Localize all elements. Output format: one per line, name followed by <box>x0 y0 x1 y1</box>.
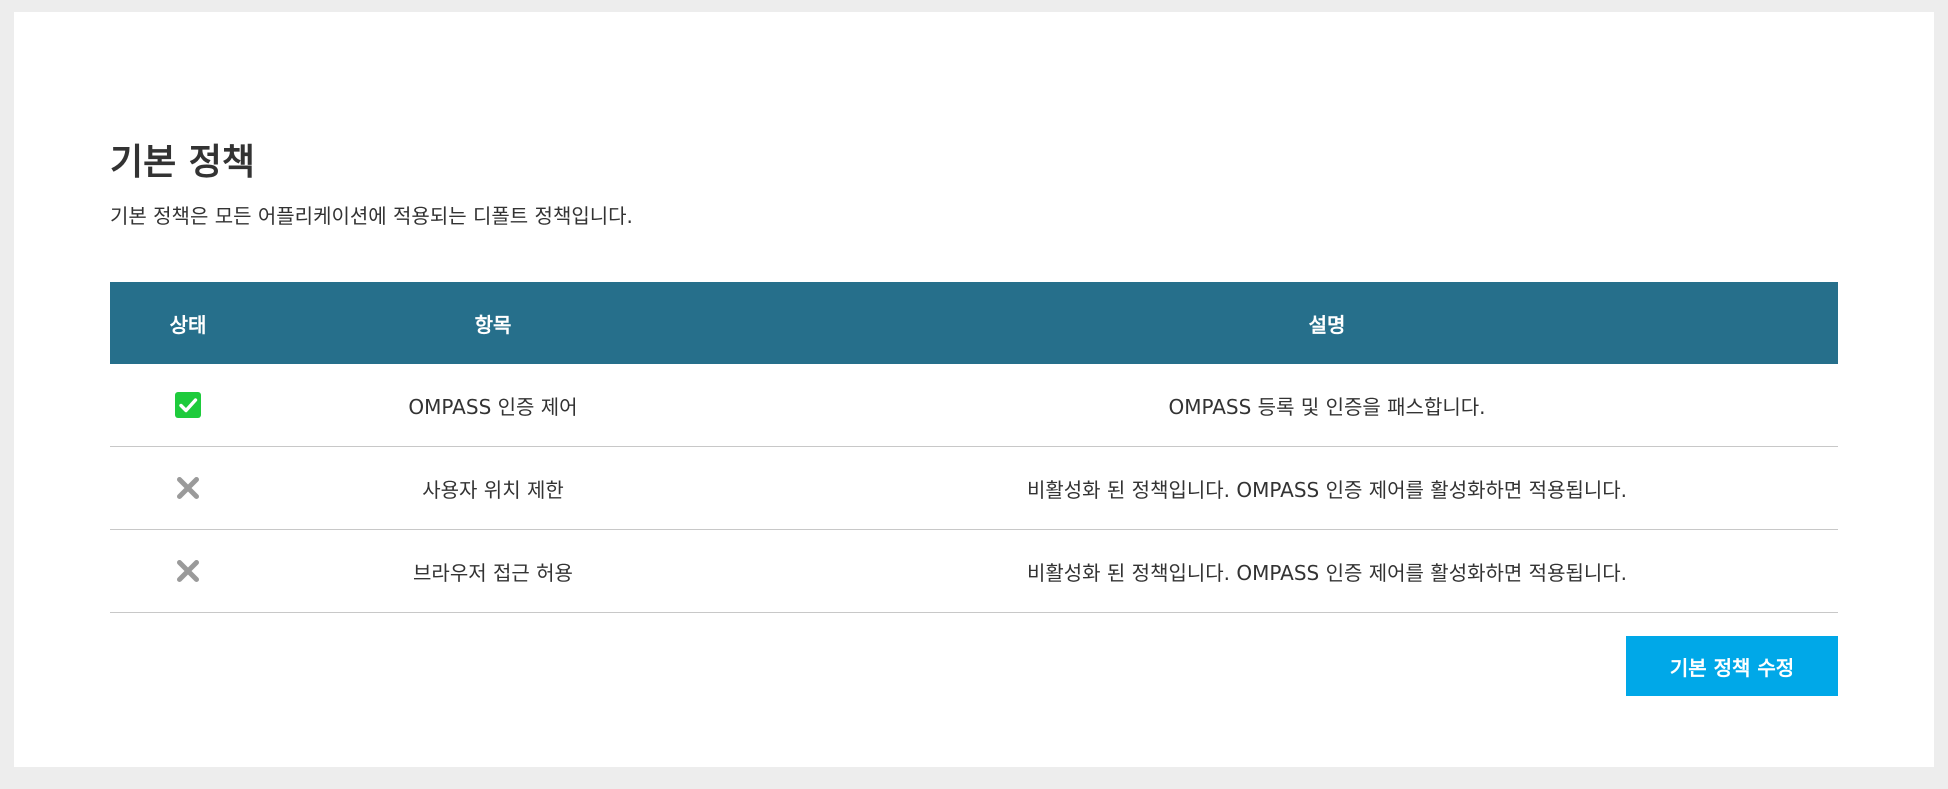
policy-panel: 기본 정책 기본 정책은 모든 어플리케이션에 적용되는 디폴트 정책입니다. … <box>14 12 1934 767</box>
x-icon <box>175 475 201 501</box>
status-cell <box>110 364 266 447</box>
status-cell <box>110 529 266 613</box>
item-cell: 브라우저 접근 허용 <box>266 529 816 613</box>
policy-table: 상태 항목 설명 OMPASS 인증 제어 OMPASS 등록 및 인증을 패스… <box>110 282 1838 613</box>
check-icon <box>175 392 201 419</box>
x-icon <box>175 558 201 584</box>
description-cell: 비활성화 된 정책입니다. OMPASS 인증 제어를 활성화하면 적용됩니다. <box>816 529 1838 613</box>
status-cell <box>110 446 266 530</box>
page-description: 기본 정책은 모든 어플리케이션에 적용되는 디폴트 정책입니다. <box>110 204 633 228</box>
description-cell: 비활성화 된 정책입니다. OMPASS 인증 제어를 활성화하면 적용됩니다. <box>816 446 1838 530</box>
column-header-item: 항목 <box>266 282 816 364</box>
description-cell: OMPASS 등록 및 인증을 패스합니다. <box>816 364 1838 447</box>
edit-default-policy-button[interactable]: 기본 정책 수정 <box>1626 636 1838 696</box>
table-row: OMPASS 인증 제어 OMPASS 등록 및 인증을 패스합니다. <box>110 364 1838 447</box>
column-header-description: 설명 <box>816 282 1838 364</box>
page-title: 기본 정책 <box>110 142 256 183</box>
table-row: 사용자 위치 제한 비활성화 된 정책입니다. OMPASS 인증 제어를 활성… <box>110 446 1838 530</box>
table-row: 브라우저 접근 허용 비활성화 된 정책입니다. OMPASS 인증 제어를 활… <box>110 529 1838 613</box>
item-cell: OMPASS 인증 제어 <box>266 364 816 447</box>
column-header-status: 상태 <box>110 282 266 364</box>
item-cell: 사용자 위치 제한 <box>266 446 816 530</box>
table-header-row: 상태 항목 설명 <box>110 282 1838 364</box>
